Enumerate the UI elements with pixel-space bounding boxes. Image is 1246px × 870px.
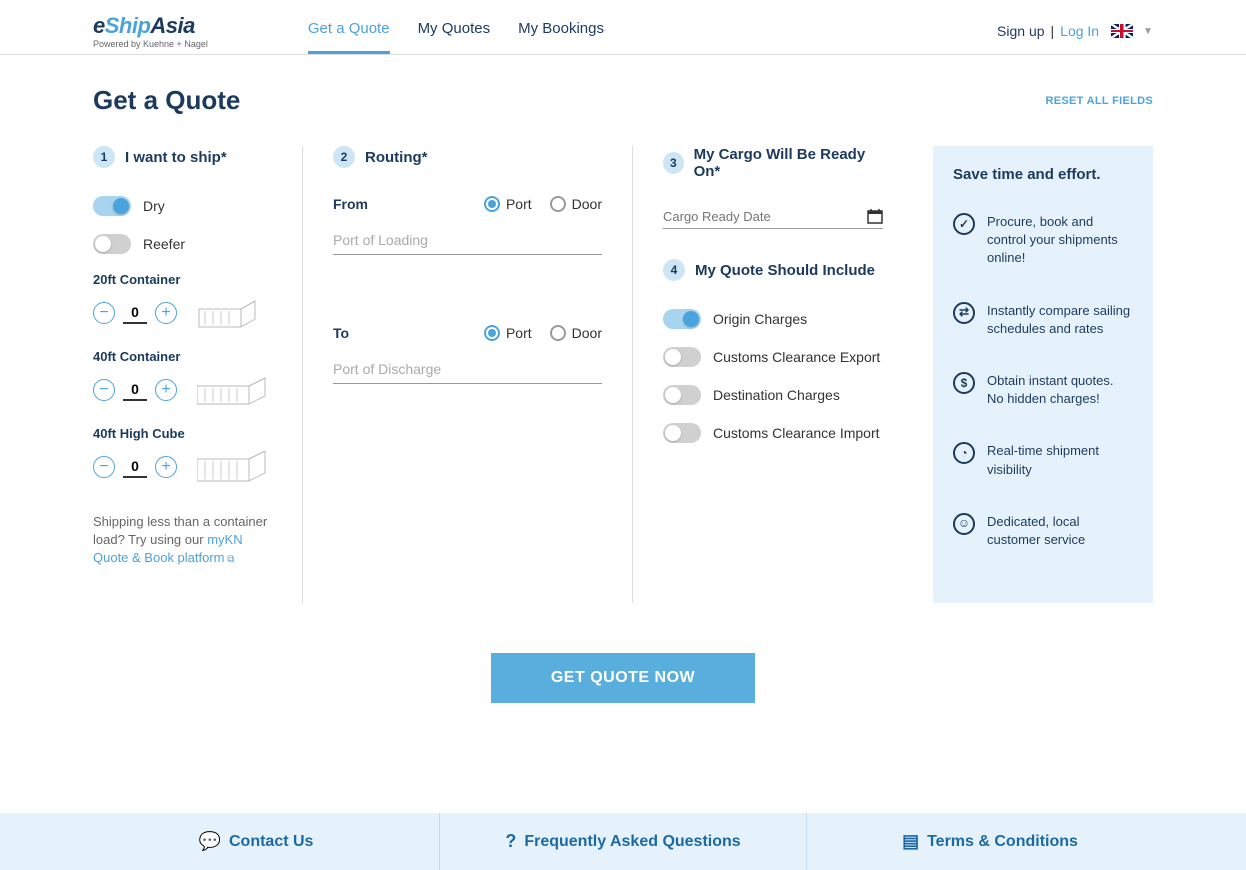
40ft-stepper: − + [93, 379, 177, 401]
to-door-radio[interactable]: Door [550, 325, 602, 341]
external-link-icon: ⧉ [225, 554, 235, 565]
dry-toggle[interactable] [93, 196, 131, 216]
40ft-hc-minus-button[interactable]: − [93, 456, 115, 478]
40ft-qty-input[interactable] [123, 379, 147, 401]
to-label: To [333, 325, 349, 341]
dry-label: Dry [143, 198, 165, 214]
40ft-hc-label: 40ft High Cube [93, 426, 272, 441]
40ft-hc-stepper: − + [93, 456, 177, 478]
customs-import-label: Customs Clearance Import [713, 425, 880, 441]
40ft-minus-button[interactable]: − [93, 379, 115, 401]
person-icon: ☺ [953, 513, 975, 535]
40ft-label: 40ft Container [93, 349, 272, 364]
section-1-title: I want to ship* [125, 149, 227, 166]
destination-charges-toggle[interactable] [663, 385, 701, 405]
chat-icon: 💬 [199, 831, 221, 852]
calendar-icon[interactable] [867, 208, 883, 224]
container-40ft-hc-icon [197, 451, 267, 483]
port-of-discharge-input[interactable] [333, 355, 602, 384]
customs-export-label: Customs Clearance Export [713, 349, 880, 365]
footer-contact[interactable]: 💬 Contact Us [73, 813, 440, 870]
cargo-ready-date-input[interactable] [663, 209, 867, 224]
origin-charges-label: Origin Charges [713, 311, 807, 327]
section-3-title: My Cargo Will Be Ready On* [694, 146, 883, 180]
from-door-radio[interactable]: Door [550, 196, 602, 212]
step-2-badge: 2 [333, 146, 355, 168]
40ft-hc-qty-input[interactable] [123, 456, 147, 478]
step-3-badge: 3 [663, 152, 684, 174]
40ft-plus-button[interactable]: + [155, 379, 177, 401]
promo-text-3: Obtain instant quotes. No hidden charges… [987, 372, 1133, 408]
header: eShipAsia Powered by Kuehne + Nagel Get … [0, 0, 1246, 55]
footer-faq[interactable]: ? Frequently Asked Questions [440, 813, 807, 870]
login-link[interactable]: Log In [1060, 23, 1099, 39]
port-of-loading-input[interactable] [333, 226, 602, 255]
destination-charges-label: Destination Charges [713, 387, 840, 403]
origin-charges-toggle[interactable] [663, 309, 701, 329]
reefer-label: Reefer [143, 236, 185, 252]
promo-text-2: Instantly compare sailing schedules and … [987, 302, 1133, 338]
20ft-label: 20ft Container [93, 272, 272, 287]
lcl-note: Shipping less than a container load? Try… [93, 513, 272, 568]
20ft-plus-button[interactable]: + [155, 302, 177, 324]
20ft-minus-button[interactable]: − [93, 302, 115, 324]
dollar-icon: $ [953, 372, 975, 394]
reset-all-fields[interactable]: RESET ALL FIELDS [1046, 95, 1153, 107]
20ft-stepper: − + [93, 302, 177, 324]
section-4-title: My Quote Should Include [695, 262, 875, 279]
step-4-badge: 4 [663, 259, 685, 281]
customs-import-toggle[interactable] [663, 423, 701, 443]
compare-icon: ⇄ [953, 302, 975, 324]
from-label: From [333, 196, 368, 212]
nav-my-quotes[interactable]: My Quotes [418, 8, 491, 54]
get-quote-now-button[interactable]: GET QUOTE NOW [491, 653, 755, 703]
footer-terms[interactable]: ▤ Terms & Conditions [807, 813, 1173, 870]
promo-text-4: Real-time shipment visibility [987, 442, 1133, 478]
document-icon: ▤ [902, 831, 919, 852]
check-icon: ✓ [953, 213, 975, 235]
promo-title: Save time and effort. [953, 166, 1133, 183]
help-icon: ? [505, 831, 516, 852]
section-2-title: Routing* [365, 149, 427, 166]
footer: 💬 Contact Us ? Frequently Asked Question… [0, 813, 1246, 870]
promo-panel: Save time and effort. ✓ Procure, book and… [933, 146, 1153, 603]
step-1-badge: 1 [93, 146, 115, 168]
chevron-down-icon[interactable]: ▼ [1143, 26, 1153, 37]
promo-text-1: Procure, book and control your shipments… [987, 213, 1133, 268]
container-20ft-icon [197, 297, 267, 329]
20ft-qty-input[interactable] [123, 302, 147, 324]
signup-link[interactable]: Sign up [997, 23, 1044, 39]
40ft-hc-plus-button[interactable]: + [155, 456, 177, 478]
page-title: Get a Quote [93, 85, 240, 116]
customs-export-toggle[interactable] [663, 347, 701, 367]
main-nav: Get a Quote My Quotes My Bookings [308, 8, 997, 54]
container-40ft-icon [197, 374, 267, 406]
auth-separator: | [1051, 23, 1055, 39]
logo[interactable]: eShipAsia Powered by Kuehne + Nagel [93, 13, 208, 49]
logo-subtitle: Powered by Kuehne + Nagel [93, 39, 208, 49]
nav-my-bookings[interactable]: My Bookings [518, 8, 604, 54]
reefer-toggle[interactable] [93, 234, 131, 254]
clock-icon: ◔ [953, 442, 975, 464]
promo-text-5: Dedicated, local customer service [987, 513, 1133, 549]
flag-uk-icon[interactable] [1111, 24, 1133, 38]
to-port-radio[interactable]: Port [484, 325, 532, 341]
nav-get-quote[interactable]: Get a Quote [308, 8, 390, 54]
from-port-radio[interactable]: Port [484, 196, 532, 212]
